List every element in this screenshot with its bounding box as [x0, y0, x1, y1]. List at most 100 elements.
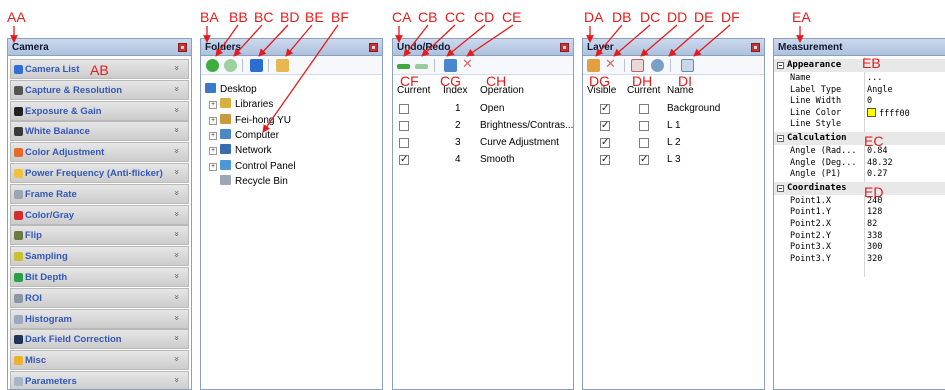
property-value[interactable]: 0: [867, 96, 872, 107]
expand-chevron-icon[interactable]: »: [171, 336, 181, 342]
camera-panel-close-icon[interactable]: [178, 43, 187, 52]
property-row[interactable]: Name...: [774, 73, 945, 84]
current-checkbox[interactable]: [639, 152, 649, 168]
delete-layer-icon[interactable]: ✕: [605, 58, 618, 72]
camera-section-color-adjustment[interactable]: Color Adjustment »: [10, 142, 189, 163]
camera-section-power-frequency[interactable]: Power Frequency (Anti-flicker) »: [10, 163, 189, 183]
expand-chevron-icon[interactable]: »: [171, 232, 181, 238]
undo-panel-close-icon[interactable]: [560, 43, 569, 52]
undo-table-row[interactable]: 3 Curve Adjustment: [397, 135, 569, 151]
layer-table-row[interactable]: L 3: [587, 152, 760, 168]
visible-checkbox[interactable]: [600, 152, 610, 168]
collapse-icon[interactable]: [777, 135, 784, 142]
property-value[interactable]: 338: [867, 231, 882, 242]
tree-node[interactable]: + Control Panel: [209, 159, 296, 173]
camera-section-histogram[interactable]: Histogram »: [10, 308, 189, 329]
camera-section-dark-field[interactable]: Dark Field Correction »: [10, 329, 189, 350]
tree-node[interactable]: Recycle Bin: [209, 174, 288, 188]
property-category[interactable]: Calculation: [774, 132, 945, 145]
tree-node[interactable]: + Computer: [209, 128, 279, 142]
current-checkbox[interactable]: [399, 138, 409, 148]
layer-table-row[interactable]: L 1: [587, 118, 760, 134]
camera-section-bit-depth[interactable]: Bit Depth »: [10, 267, 189, 287]
camera-section-exposure[interactable]: Exposure & Gain »: [10, 100, 189, 121]
expand-chevron-icon[interactable]: »: [171, 356, 181, 362]
tree-node[interactable]: + Fei-hong YU: [209, 113, 291, 127]
tree-expander-icon[interactable]: +: [209, 147, 217, 156]
forward-icon[interactable]: [224, 59, 237, 72]
property-row[interactable]: Point2.Y 338: [774, 231, 945, 242]
property-row[interactable]: Point3.Y 320: [774, 254, 945, 265]
property-value[interactable]: 48.32: [867, 158, 893, 169]
expand-chevron-icon[interactable]: »: [171, 148, 181, 154]
property-value[interactable]: 82: [867, 219, 877, 230]
current-checkbox[interactable]: [399, 121, 409, 131]
camera-section-capture[interactable]: Capture & Resolution »: [10, 79, 189, 100]
collapse-icon[interactable]: [777, 184, 784, 192]
property-value[interactable]: ...: [867, 73, 882, 84]
property-value[interactable]: 300: [867, 242, 882, 253]
back-icon[interactable]: [206, 59, 219, 72]
tree-expander-icon[interactable]: +: [209, 131, 217, 140]
expand-chevron-icon[interactable]: »: [171, 273, 181, 279]
property-value[interactable]: Angle: [867, 85, 893, 96]
new-layer-icon[interactable]: [587, 59, 600, 72]
camera-section-sampling[interactable]: Sampling »: [10, 246, 189, 267]
undo-table-row[interactable]: 4 Smooth: [397, 152, 569, 168]
merge-layer-icon[interactable]: [651, 59, 664, 72]
expand-chevron-icon[interactable]: »: [171, 128, 181, 134]
layer-panel-close-icon[interactable]: [751, 43, 760, 52]
undo-table-row[interactable]: 1 Open: [397, 101, 569, 117]
property-row[interactable]: Angle (P1) 0.27: [774, 169, 945, 180]
camera-section-color-gray[interactable]: Color/Gray »: [10, 204, 189, 225]
layer-properties-icon[interactable]: [631, 59, 644, 72]
camera-section-white-balance[interactable]: White Balance »: [10, 121, 189, 142]
property-row[interactable]: Label Type Angle: [774, 85, 945, 96]
property-row[interactable]: Point1.X 240: [774, 196, 945, 207]
camera-section-frame-rate[interactable]: Frame Rate »: [10, 183, 189, 204]
property-row[interactable]: Point2.X 82: [774, 219, 945, 230]
camera-section-parameters[interactable]: Parameters »: [10, 371, 189, 389]
undo-arrow-icon[interactable]: [397, 64, 410, 69]
current-checkbox[interactable]: [399, 104, 409, 114]
layer-table-row[interactable]: Background: [587, 101, 760, 117]
visible-checkbox[interactable]: [600, 118, 610, 134]
property-row[interactable]: Point1.Y 128: [774, 207, 945, 218]
expand-chevron-icon[interactable]: »: [171, 107, 181, 113]
property-value[interactable]: ffff00: [867, 107, 910, 120]
property-value[interactable]: 128: [867, 207, 882, 218]
current-checkbox[interactable]: [639, 121, 649, 131]
property-category[interactable]: Appearance: [774, 59, 945, 72]
camera-section-misc[interactable]: Misc »: [10, 350, 189, 371]
navigate-icon[interactable]: [250, 59, 263, 72]
expand-chevron-icon[interactable]: »: [171, 86, 181, 92]
property-row[interactable]: Angle (Deg... 48.32: [774, 158, 945, 169]
flatten-icon[interactable]: [681, 59, 694, 72]
collapse-icon[interactable]: [777, 62, 784, 69]
expand-chevron-icon[interactable]: »: [171, 211, 181, 217]
undo-table-row[interactable]: 2 Brightness/Contras...: [397, 118, 573, 134]
expand-chevron-icon[interactable]: »: [171, 294, 181, 300]
property-row[interactable]: Line Style: [774, 119, 945, 130]
visible-checkbox[interactable]: [600, 101, 610, 117]
redo-arrow-icon[interactable]: [415, 64, 428, 69]
current-checkbox[interactable]: [639, 138, 649, 148]
open-folder-icon[interactable]: [276, 59, 289, 72]
tree-expander-icon[interactable]: +: [209, 116, 217, 125]
copy-icon[interactable]: [444, 59, 457, 72]
property-category[interactable]: Coordinates: [774, 181, 945, 195]
tree-node[interactable]: Desktop: [205, 83, 257, 96]
property-value[interactable]: 320: [867, 254, 882, 265]
folders-panel-close-icon[interactable]: [369, 43, 378, 52]
camera-section-roi[interactable]: ROI »: [10, 287, 189, 308]
visible-checkbox[interactable]: [600, 135, 610, 151]
tree-node[interactable]: + Network: [209, 144, 272, 157]
tree-node[interactable]: + Libraries: [209, 98, 273, 111]
layer-table-row[interactable]: L 2: [587, 135, 760, 151]
property-row[interactable]: Line Width 0: [774, 96, 945, 107]
expand-chevron-icon[interactable]: »: [171, 377, 181, 383]
current-checkbox[interactable]: [399, 152, 409, 168]
property-row[interactable]: Line Color ffff00: [774, 107, 945, 120]
property-row[interactable]: Angle (Rad... 0.84: [774, 146, 945, 157]
expand-chevron-icon[interactable]: »: [171, 190, 181, 196]
